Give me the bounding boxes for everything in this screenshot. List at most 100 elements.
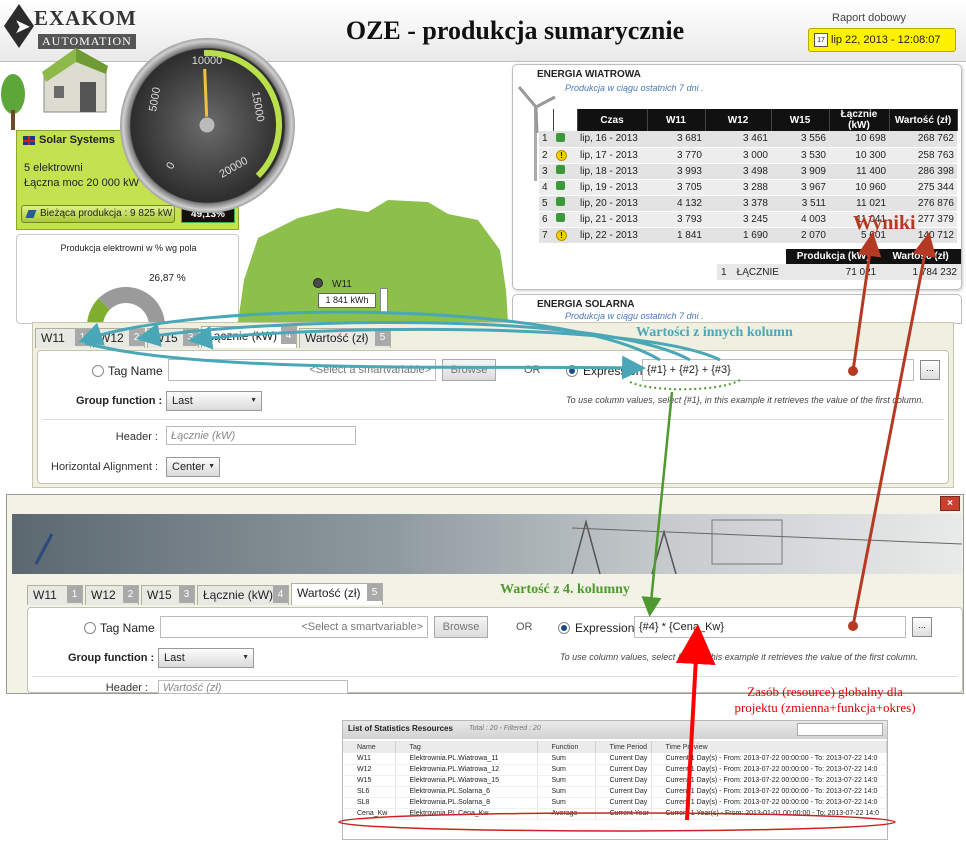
table-row[interactable]: Cena_Kw Elektrownia.PL.Cena_Kw Average Curr… bbox=[343, 808, 887, 820]
solar-systems-name: Solar Systems bbox=[39, 134, 115, 146]
table-cell: 4 003 bbox=[771, 211, 829, 228]
table-row[interactable]: 3 lip, 18 - 2013 3 993 3 498 3 909 11 400 286 … bbox=[539, 163, 957, 180]
ok-status-icon bbox=[553, 211, 577, 228]
tab-number: 4 bbox=[273, 586, 288, 603]
table-row[interactable]: W11 Elektrownia.PL.Wiatrowa_11 Sum Current … bbox=[343, 753, 887, 765]
table-cell: 258 763 bbox=[889, 147, 957, 164]
tab-number: 5 bbox=[375, 329, 390, 346]
tab-label: W11 bbox=[41, 331, 65, 345]
production-gauge: 0 5000 10000 15000 20000 bbox=[120, 38, 295, 213]
table-cell: Sum bbox=[537, 764, 596, 776]
table-cell: 1 690 bbox=[705, 227, 771, 244]
table-cell: 7 bbox=[539, 227, 553, 244]
group-function-select[interactable]: Last bbox=[166, 391, 262, 411]
tab-w12[interactable]: W12 2 bbox=[93, 328, 145, 348]
table-row[interactable]: SL6 Elektrownia.PL.Solarna_6 Sum Current Da… bbox=[343, 786, 887, 798]
table-cell: 275 344 bbox=[889, 179, 957, 196]
table-cell: 2 070 bbox=[771, 227, 829, 244]
tag-name-input[interactable]: <Select a smartvariable> bbox=[168, 359, 436, 381]
column-header bbox=[732, 249, 787, 264]
map-marker-bar bbox=[380, 288, 388, 314]
browse-button[interactable]: Browse bbox=[434, 616, 488, 638]
tab-number: 1 bbox=[67, 586, 82, 603]
pie-title: Produkcja elektrowni w % wg pola bbox=[60, 243, 197, 253]
header-input[interactable]: Wartość (zł) bbox=[158, 680, 348, 694]
table-row[interactable]: W12 Elektrownia.PL.Wiatrowa_12 Sum Current … bbox=[343, 764, 887, 776]
tab-w15[interactable]: W15 3 bbox=[147, 328, 199, 348]
tag-name-input[interactable]: <Select a smartvariable> bbox=[160, 616, 428, 638]
resources-search-input[interactable] bbox=[797, 723, 883, 736]
table-cell: 2 bbox=[539, 147, 553, 164]
column-header: W11 bbox=[647, 109, 706, 131]
table-row[interactable]: W15 Elektrownia.PL.Wiatrowa_15 Sum Current … bbox=[343, 775, 887, 787]
table-cell: 3 793 bbox=[647, 211, 705, 228]
tree-illustration bbox=[1, 74, 25, 130]
expression-input[interactable]: {#1} + {#2} + {#3} bbox=[642, 359, 914, 381]
solar-panel-icon bbox=[25, 210, 37, 218]
table-row[interactable]: 4 lip, 19 - 2013 3 705 3 288 3 967 10 960 275 … bbox=[539, 179, 957, 196]
solar-card-title: ENERGIA SOLARNA bbox=[537, 299, 635, 310]
tab-w12[interactable]: W12 2 bbox=[85, 585, 139, 605]
divider bbox=[42, 419, 944, 420]
map-marker-icon[interactable] bbox=[313, 278, 323, 288]
column-header: Wartość (zł) bbox=[880, 249, 961, 264]
tab-total-kw[interactable]: Łącznie (kW) 4 bbox=[201, 326, 297, 348]
table-cell: 10 300 bbox=[829, 147, 889, 164]
power-lines-illustration bbox=[34, 519, 963, 575]
solar-energy-card: ENERGIA SOLARNA Produkcja w ciągu ostatn… bbox=[512, 294, 962, 324]
gauge-hub bbox=[198, 116, 216, 134]
table-cell: 11 400 bbox=[829, 163, 889, 180]
table-cell: 3 461 bbox=[705, 131, 771, 148]
table-cell: Current 1 Day(s) - From: 2013-07-22 00:0… bbox=[651, 775, 887, 787]
tab-label: Wartość (zł) bbox=[305, 331, 369, 345]
close-button[interactable]: × bbox=[940, 496, 960, 511]
table-cell: Sum bbox=[537, 775, 596, 787]
or-label: OR bbox=[524, 364, 541, 376]
expression-radio[interactable] bbox=[566, 365, 578, 377]
column-header bbox=[539, 109, 554, 131]
table-cell: 6 bbox=[539, 211, 553, 228]
alignment-select[interactable]: Center bbox=[166, 457, 220, 477]
table-header-row: Czas W11 W12 W15 Łącznie (kW) Wartość (z… bbox=[539, 109, 958, 131]
tag-name-radio[interactable] bbox=[92, 365, 104, 377]
table-cell: 286 398 bbox=[889, 163, 957, 180]
table-row[interactable]: SL8 Elektrownia.PL.Solarna_8 Sum Current Da… bbox=[343, 797, 887, 809]
group-function-select[interactable]: Last bbox=[158, 648, 254, 668]
tab-number: 4 bbox=[281, 327, 296, 344]
map-marker-value: 1 841 kWh bbox=[318, 293, 376, 308]
tab-value-pln[interactable]: Wartość (zł) 5 bbox=[291, 583, 383, 605]
resources-header: List of Statistics Resources Total : 20 … bbox=[343, 721, 887, 739]
tab-w11[interactable]: W11 1 bbox=[35, 328, 91, 348]
table-cell: Elektrownia.PL.Wiatrowa_12 bbox=[395, 764, 538, 776]
tab-label: W15 bbox=[147, 588, 172, 602]
expression-picker-button[interactable]: ... bbox=[912, 617, 932, 637]
tag-name-radio[interactable] bbox=[84, 622, 96, 634]
header-label: Header : bbox=[105, 682, 148, 694]
report-date-picker[interactable]: 17 lip 22, 2013 - 12:08:07 bbox=[808, 28, 956, 52]
tab-w15[interactable]: W15 3 bbox=[141, 585, 195, 605]
table-cell: 1 bbox=[717, 264, 733, 280]
table-cell: Sum bbox=[537, 786, 596, 798]
expression-input[interactable]: {#4} * {Cena_Kw} bbox=[634, 616, 906, 638]
table-row[interactable]: 5 lip, 20 - 2013 4 132 3 378 3 511 11 021 276 … bbox=[539, 195, 957, 212]
table-cell: 10 698 bbox=[829, 131, 889, 148]
table-cell: 3 967 bbox=[771, 179, 829, 196]
ok-status-icon bbox=[553, 179, 577, 196]
column-header: Wartość (zł) bbox=[889, 109, 958, 131]
browse-button[interactable]: Browse bbox=[442, 359, 496, 381]
table-cell: Current Day bbox=[595, 797, 652, 809]
tab-value-pln[interactable]: Wartość (zł) 5 bbox=[299, 328, 391, 348]
column-header: Produkcja (kW) bbox=[786, 249, 881, 264]
calendar-icon: 17 bbox=[814, 33, 828, 47]
header-label: Header : bbox=[115, 431, 158, 443]
tab-w11[interactable]: W11 1 bbox=[27, 585, 83, 605]
table-cell: Average bbox=[537, 808, 596, 820]
expression-radio[interactable] bbox=[558, 622, 570, 634]
expression-picker-button[interactable]: ... bbox=[920, 360, 940, 380]
tab-total-kw[interactable]: Łącznie (kW) 4 bbox=[197, 585, 289, 605]
table-row[interactable]: 1 lip, 16 - 2013 3 681 3 461 3 556 10 698 268 … bbox=[539, 131, 957, 148]
tab-number: 2 bbox=[129, 329, 144, 346]
header-input[interactable]: Łącznie (kW) bbox=[166, 426, 356, 445]
table-cell: Current 1 Year(s) - From: 2013-01-01 00:… bbox=[651, 808, 887, 820]
table-row[interactable]: 2! lip, 17 - 2013 3 770 3 000 3 530 10 300 258… bbox=[539, 147, 957, 164]
